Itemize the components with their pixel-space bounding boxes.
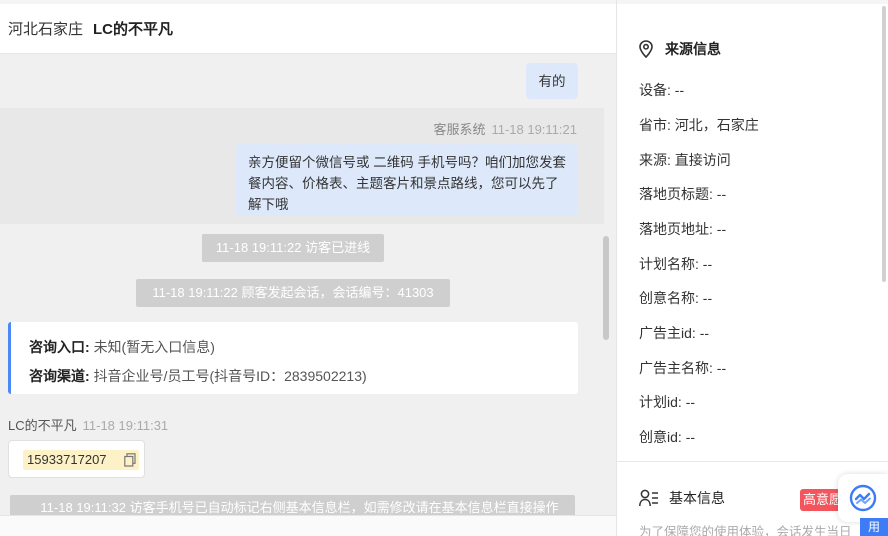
phone-number: 15933717207 [27,452,107,467]
field-plan-name: 计划名称: -- [639,254,712,274]
copy-icon[interactable] [124,453,136,467]
field-landing-url: 落地页地址: -- [639,219,726,239]
basic-info-title-text: 基本信息 [669,490,725,506]
chat-scrollbar[interactable] [603,236,609,340]
field-creative-name: 创意名称: -- [639,288,712,308]
field-plan-name-value: -- [702,256,713,272]
field-plan-id-value: -- [685,394,696,410]
event-visitor-joined: 11-18 19:11:22 访客已进线 [202,234,384,262]
consult-entry-value: 未知(暂无入口信息) [93,339,215,355]
field-advertiser-name-label: 广告主名称: [639,360,713,376]
visitor-name: LC的不平凡 [93,21,174,38]
field-advertiser-id-label: 广告主id: [639,325,696,341]
visitor-message-bubble: 15933717207 [8,440,145,478]
field-source-label: 来源: [639,152,671,168]
consult-channel-value: 抖音企业号/员工号(抖音号ID：2839502213) [93,368,367,384]
visitor-message-meta: LC的不平凡 11-18 19:11:31 [8,415,168,434]
system-message-meta: 客服系统 11-18 19:11:21 [433,119,577,138]
system-message-bubble: 亲方便留个微信号或 二维码 手机号吗？咱们加您发套餐内容、价格表、主题客片和景点… [236,144,578,216]
location-pin-icon [639,40,653,58]
field-device: 设备: -- [639,80,684,100]
field-creative-id: 创意id: -- [639,427,695,447]
field-landing-url-value: -- [716,221,727,237]
info-panel: 来源信息 设备: -- 省市: 河北，石家庄 来源: 直接访问 落地页标题: -… [616,0,888,536]
field-province-city: 省市: 河北，石家庄 [639,115,759,135]
system-message-time: 11-18 19:11:21 [491,122,577,137]
field-device-value: -- [674,82,685,98]
event-session-started: 11-18 19:11:22 顾客发起会话，会话编号：41303 [136,279,450,307]
user-tag[interactable]: 用 [860,518,888,536]
field-creative-name-value: -- [702,290,713,306]
field-advertiser-id: 广告主id: -- [639,323,709,343]
field-landing-title: 落地页标题: -- [639,184,726,204]
agent-message-bubble: 有的 [526,63,578,99]
field-plan-id: 计划id: -- [639,392,695,412]
system-sender: 客服系统 [433,122,486,137]
consult-entry-label: 咨询入口: [29,339,90,355]
field-plan-id-label: 计划id: [639,394,682,410]
field-landing-title-label: 落地页标题: [639,186,713,202]
chat-panel: 河北石家庄 LC的不平凡 有的 客服系统 11-18 19:11:21 亲方便留个… [0,0,616,536]
info-divider [617,461,888,462]
source-info-title: 来源信息 [639,39,721,59]
consult-channel-label: 咨询渠道: [29,368,90,384]
field-landing-url-label: 落地页地址: [639,221,713,237]
field-device-label: 设备: [639,82,671,98]
consult-entry-row: 咨询入口: 未知(暂无入口信息) [29,333,578,362]
user-list-icon [639,489,658,507]
consult-source-card: 咨询入口: 未知(暂无入口信息) 咨询渠道: 抖音企业号/员工号(抖音号ID：2… [8,322,578,394]
phone-number-highlight[interactable]: 15933717207 [23,450,139,470]
assistant-logo-icon [849,484,877,512]
field-advertiser-id-value: -- [699,325,710,341]
field-creative-id-value: -- [685,429,696,445]
info-scrollbar[interactable] [882,6,886,282]
info-top-strip [617,0,888,4]
source-info-title-text: 来源信息 [665,41,721,57]
assistant-float-button[interactable] [838,474,888,522]
visitor-message-name: LC的不平凡 [8,418,77,433]
consult-channel-row: 咨询渠道: 抖音企业号/员工号(抖音号ID：2839502213) [29,362,578,391]
chat-input-area[interactable] [0,515,616,536]
field-source: 来源: 直接访问 [639,150,731,170]
field-creative-name-label: 创意名称: [639,290,699,306]
visitor-location: 河北石家庄 [8,21,84,38]
field-advertiser-name-value: -- [716,360,727,376]
basic-info-hint: 为了保障您的使用体验，会话发生当日 [639,525,852,536]
field-creative-id-label: 创意id: [639,429,682,445]
basic-info-title: 基本信息 [639,488,725,508]
field-source-value: 直接访问 [674,152,731,168]
field-province-city-label: 省市: [639,117,671,133]
visitor-message-time: 11-18 19:11:31 [82,418,169,433]
field-province-city-value: 河北，石家庄 [674,117,759,133]
field-landing-title-value: -- [716,186,727,202]
field-plan-name-label: 计划名称: [639,256,699,272]
chat-header: 河北石家庄 LC的不平凡 [0,4,616,54]
field-advertiser-name: 广告主名称: -- [639,358,726,378]
